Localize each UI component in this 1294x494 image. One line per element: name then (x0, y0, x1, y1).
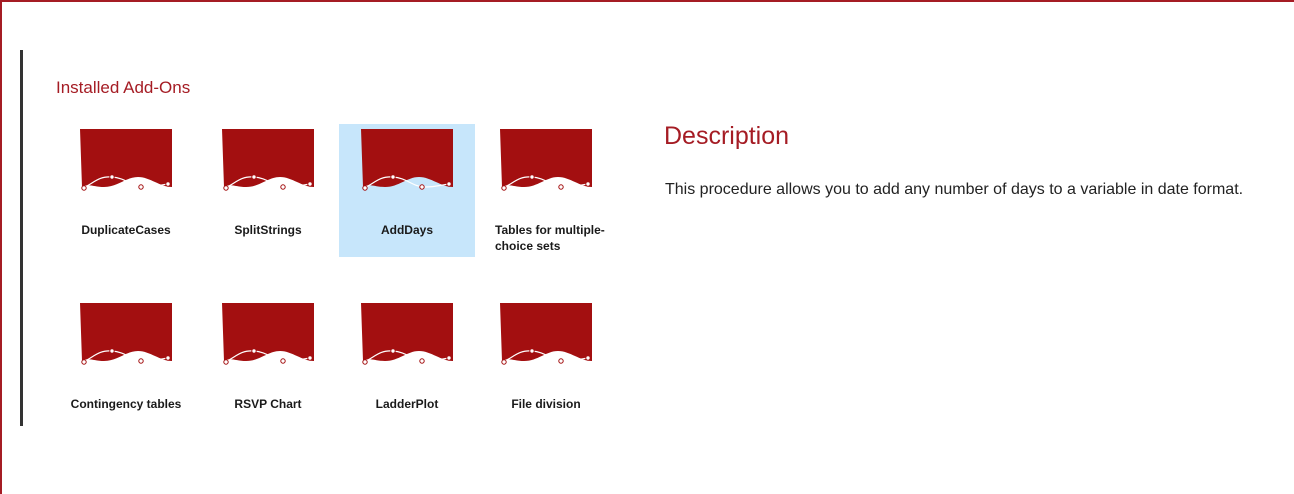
addon-label: SplitStrings (234, 223, 302, 237)
installed-addons-title: Installed Add-Ons (56, 78, 191, 97)
addon-banner-icon (222, 303, 314, 365)
description-title: Description (664, 122, 790, 150)
addon-tile-rsvp-chart[interactable]: RSVP Chart (200, 298, 336, 416)
addon-banner-icon (500, 303, 592, 365)
addon-tile-adddays[interactable]: AddDays (339, 124, 475, 257)
addon-banner-icon (361, 129, 453, 191)
addon-label: LadderPlot (375, 397, 439, 411)
addon-label: DuplicateCases (81, 223, 171, 237)
addon-banner-icon (80, 129, 172, 191)
addon-tile-tables-for-multiple-choice-sets[interactable]: Tables for multiple-choice sets (478, 124, 614, 257)
addon-label: Tables for multiple-choice sets (495, 223, 605, 253)
addon-banner-icon (361, 303, 453, 365)
window-frame (0, 0, 1294, 494)
addon-tile-duplicatecases[interactable]: DuplicateCases (58, 124, 194, 257)
addon-banner-icon (80, 303, 172, 365)
addon-label: RSVP Chart (234, 397, 302, 411)
addon-label: Contingency tables (70, 397, 182, 411)
addon-label: File division (511, 397, 581, 411)
addon-tile-ladderplot[interactable]: LadderPlot (339, 298, 475, 416)
left-divider (20, 50, 23, 426)
addon-banner-icon (500, 129, 592, 191)
addon-tile-file-division[interactable]: File division (478, 298, 614, 416)
addon-tile-splitstrings[interactable]: SplitStrings (200, 124, 336, 257)
addon-tile-contingency-tables[interactable]: Contingency tables (58, 298, 194, 416)
description-text: This procedure allows you to add any num… (665, 181, 1244, 198)
addon-banner-icon (222, 129, 314, 191)
addon-label: AddDays (380, 223, 433, 237)
